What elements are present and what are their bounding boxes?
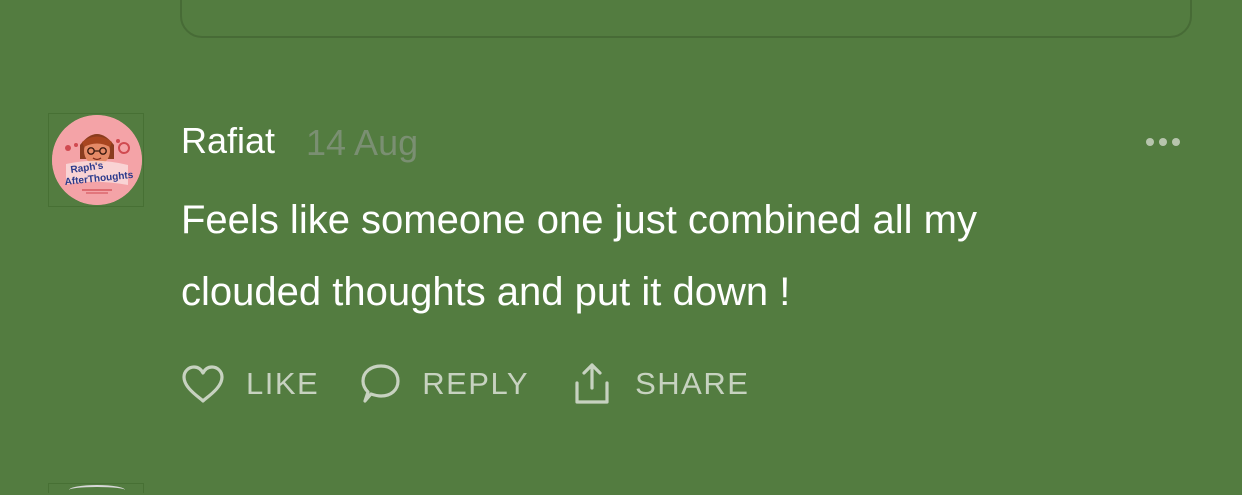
reply-button[interactable]: REPLY — [358, 363, 529, 405]
reply-label: REPLY — [422, 366, 530, 401]
next-comment-avatar — [48, 483, 144, 493]
share-icon — [575, 363, 609, 404]
comment-body: Feels like someone one just combined all… — [181, 184, 1181, 328]
avatar-frame: Raph's AfterThoughts — [48, 113, 144, 207]
share-label: SHARE — [635, 366, 750, 401]
share-button[interactable]: SHARE — [572, 361, 749, 407]
more-options-icon-dot — [1146, 138, 1154, 146]
previous-comment-card — [180, 0, 1192, 38]
heart-icon — [182, 365, 224, 403]
avatar[interactable]: Raph's AfterThoughts — [52, 115, 142, 205]
avatar-logo-icon: Raph's AfterThoughts — [52, 115, 142, 205]
speech-bubble-icon — [361, 364, 400, 403]
more-options-button[interactable] — [1140, 132, 1186, 152]
more-options-icon-dot — [1159, 138, 1167, 146]
like-label: LIKE — [246, 366, 320, 401]
comment-date[interactable]: 14 Aug — [306, 122, 418, 164]
like-button[interactable]: LIKE — [180, 364, 319, 404]
more-options-icon-dot — [1172, 138, 1180, 146]
comment-line: Feels like someone one just combined all… — [181, 198, 977, 242]
comment-line: clouded thoughts and put it down ! — [181, 270, 791, 314]
comment-actions: LIKE REPLY SHARE — [180, 358, 749, 410]
comment-author[interactable]: Rafiat — [181, 120, 275, 162]
